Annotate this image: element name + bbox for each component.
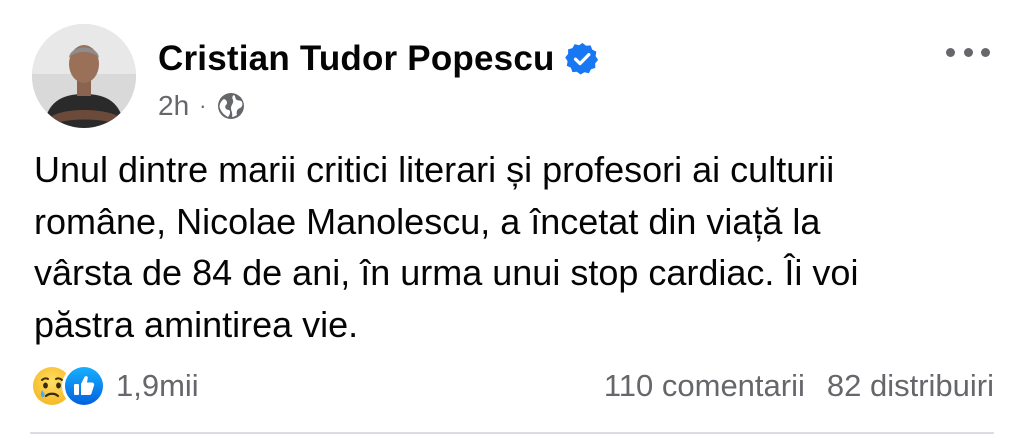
- globe-icon[interactable]: [216, 91, 246, 121]
- post-header: Cristian Tudor Popescu 2h ·: [30, 22, 994, 132]
- post-text-line: Unul dintre marii critici literari și pr…: [34, 149, 835, 190]
- meta-separator: ·: [199, 93, 207, 118]
- shares-count[interactable]: 82 distribuiri: [827, 368, 994, 404]
- more-dot: [981, 47, 990, 57]
- author-row: Cristian Tudor Popescu: [158, 34, 599, 84]
- post-timestamp[interactable]: 2h: [158, 90, 189, 122]
- post-meta: 2h ·: [158, 86, 246, 126]
- post-text-line: române, Nicolae Manolescu, a încetat din…: [34, 200, 821, 242]
- like-reaction-icon: [62, 364, 106, 408]
- comments-count[interactable]: 110 comentarii: [604, 368, 805, 404]
- verified-badge-icon: [564, 43, 598, 75]
- author-name[interactable]: Cristian Tudor Popescu: [158, 39, 555, 79]
- post-stats: 110 comentarii 82 distribuiri: [604, 368, 994, 404]
- post-footer: 1,9mii 110 comentarii 82 distribuiri: [30, 362, 994, 410]
- post-text: Unul dintre marii critici literari și pr…: [34, 144, 994, 350]
- divider: [30, 432, 994, 434]
- avatar[interactable]: [32, 24, 136, 128]
- reactions-summary[interactable]: [30, 364, 106, 408]
- post-text-line: vârsta de 84 de ani, în urma unui stop c…: [34, 252, 859, 293]
- facebook-post: Cristian Tudor Popescu 2h · Unul dintre …: [0, 0, 1024, 436]
- more-dot: [946, 47, 955, 57]
- post-text-line: păstra amintirea vie.: [34, 303, 359, 345]
- reaction-count[interactable]: 1,9mii: [116, 368, 199, 404]
- more-dot: [963, 47, 973, 57]
- more-options-icon[interactable]: [946, 44, 990, 60]
